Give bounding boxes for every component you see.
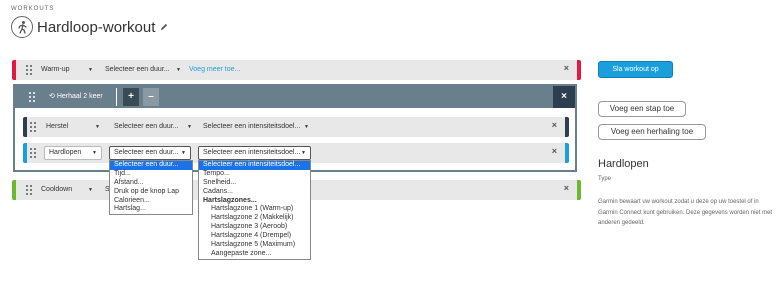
step-type-value: Herstel — [46, 123, 69, 130]
page-title: Hardloop-workout — [37, 18, 156, 36]
breadcrumb[interactable]: WORKOUTS — [11, 6, 54, 12]
duration-value: Selecteer een duur... — [114, 149, 179, 156]
intensity-option[interactable]: Cadans... — [199, 188, 310, 197]
step-type-select[interactable]: Hardlopen ▼ — [44, 146, 102, 160]
drag-handle-icon[interactable] — [30, 121, 38, 133]
run-color-bar — [23, 143, 27, 163]
intensity-option[interactable]: Hartslagzone 3 (Aeroob) — [199, 223, 310, 232]
duration-dropdown: Selecteer een duur... Tijd... Afstand... Dr… — [109, 160, 193, 216]
intensity-value: Selecteer een intensiteitsdoel... — [203, 149, 301, 156]
repeat-plus-button[interactable]: + — [123, 88, 139, 106]
sport-subtitle: Type — [598, 176, 612, 182]
duration-value: Selecteer een duur... — [105, 66, 170, 73]
duration-select[interactable]: Selecteer een duur... ▼ — [109, 146, 191, 160]
duration-option[interactable]: Afstand... — [110, 179, 192, 188]
intensity-option[interactable]: Hartslagzone 4 (Drempel) — [199, 232, 310, 241]
drag-handle-icon[interactable] — [29, 91, 37, 103]
warmup-color-bar — [12, 60, 16, 80]
duration-option[interactable]: Calorieen... — [110, 197, 192, 206]
add-more-link[interactable]: Voeg meer toe... — [189, 64, 240, 76]
add-step-button[interactable]: Voeg een stap toe — [598, 101, 686, 117]
chevron-down-icon: ▼ — [88, 187, 93, 193]
chevron-down-icon: ▼ — [95, 124, 100, 130]
chevron-down-icon: ▼ — [176, 67, 181, 73]
step-type-select[interactable]: Warm-up ▼ — [41, 64, 93, 76]
intensity-value: Selecteer een intensiteitsdoel... — [203, 123, 301, 130]
step-type-select[interactable]: Cooldown ▼ — [41, 184, 93, 196]
duration-value: Selecteer een duur... — [114, 123, 179, 130]
warmup-color-bar-right — [577, 60, 581, 80]
step-type-select[interactable]: Herstel ▼ — [46, 121, 100, 133]
duration-select[interactable]: Selecteer een duur... ▼ — [114, 121, 192, 133]
repeat-header: ⟲ Herhaal 2 keer + – × — [15, 86, 575, 108]
intensity-option[interactable]: Snelheid... — [199, 179, 310, 188]
remove-repeat-button[interactable]: × — [553, 86, 575, 108]
duration-select[interactable]: Selecteer een duur... ▼ — [105, 64, 181, 76]
title-row: Hardloop-workout — [11, 16, 168, 38]
step-warmup: Warm-up ▼ Selecteer een duur... ▼ Voeg mee… — [12, 60, 581, 80]
repeat-minus-button[interactable]: – — [143, 88, 159, 106]
drag-handle-icon[interactable] — [26, 64, 34, 76]
edit-pencil-icon[interactable] — [160, 23, 168, 31]
step-recovery: Herstel ▼ Selecteer een duur... ▼ Selectee… — [23, 117, 569, 137]
chevron-down-icon: ▼ — [88, 67, 93, 73]
step-type-value: Warm-up — [41, 66, 70, 73]
remove-step-icon[interactable]: × — [564, 63, 569, 73]
recovery-color-bar-right — [565, 117, 569, 137]
duration-option[interactable]: Tijd... — [110, 170, 192, 179]
repeat-count-tab[interactable]: ⟲ Herhaal 2 keer — [45, 88, 117, 106]
chevron-down-icon: ▼ — [181, 150, 186, 156]
chevron-down-icon: ▼ — [301, 150, 306, 156]
remove-step-icon[interactable]: × — [564, 183, 569, 193]
cooldown-color-bar — [12, 180, 16, 200]
intensity-dropdown: Selecteer een intensiteitsdoel... Tempo..… — [198, 160, 311, 260]
intensity-option[interactable]: Aangepaste zone... — [199, 250, 310, 259]
intensity-option[interactable]: Hartslagzone 1 (Warm-up) — [199, 205, 310, 214]
chevron-down-icon: ▼ — [304, 124, 309, 130]
duration-option[interactable]: Druk op de knop Lap — [110, 188, 192, 197]
intensity-option[interactable]: Tempo... — [199, 170, 310, 179]
intensity-option[interactable]: Selecteer een intensiteitsdoel... — [199, 161, 310, 170]
chevron-down-icon: ▼ — [187, 124, 192, 130]
remove-step-icon[interactable]: × — [552, 120, 557, 130]
drag-handle-icon[interactable] — [30, 147, 38, 159]
info-text: Garmin bewaart uw workout zodat u deze o… — [598, 199, 773, 226]
intensity-option[interactable]: Hartslagzone 5 (Maximum) — [199, 241, 310, 250]
duration-option[interactable]: Selecteer een duur... — [110, 161, 192, 170]
intensity-select[interactable]: Selecteer een intensiteitsdoel... ▼ — [203, 121, 309, 133]
sport-title: Hardlopen — [598, 158, 649, 170]
duration-option[interactable]: Hartslag... — [110, 205, 192, 214]
intensity-option-group: Hartslagzones... — [203, 196, 257, 204]
add-repeat-button[interactable]: Voeg een herhaling toe — [598, 124, 706, 140]
drag-handle-icon[interactable] — [26, 184, 34, 196]
repeat-icon: ⟲ — [49, 93, 57, 100]
running-icon — [11, 16, 33, 38]
step-type-value: Hardlopen — [49, 149, 82, 156]
step-type-value: Cooldown — [41, 186, 73, 193]
intensity-option[interactable]: Hartslagzone 2 (Makkelijk) — [199, 214, 310, 223]
remove-step-icon[interactable]: × — [552, 146, 557, 156]
repeat-label: Herhaal 2 keer — [56, 93, 103, 100]
cooldown-color-bar-right — [577, 180, 581, 200]
save-workout-button[interactable]: Sla workout op — [598, 61, 673, 78]
recovery-color-bar — [23, 117, 27, 137]
intensity-select[interactable]: Selecteer een intensiteitsdoel... ▼ — [198, 146, 311, 160]
chevron-down-icon: ▼ — [92, 150, 97, 156]
run-color-bar-right — [565, 143, 569, 163]
